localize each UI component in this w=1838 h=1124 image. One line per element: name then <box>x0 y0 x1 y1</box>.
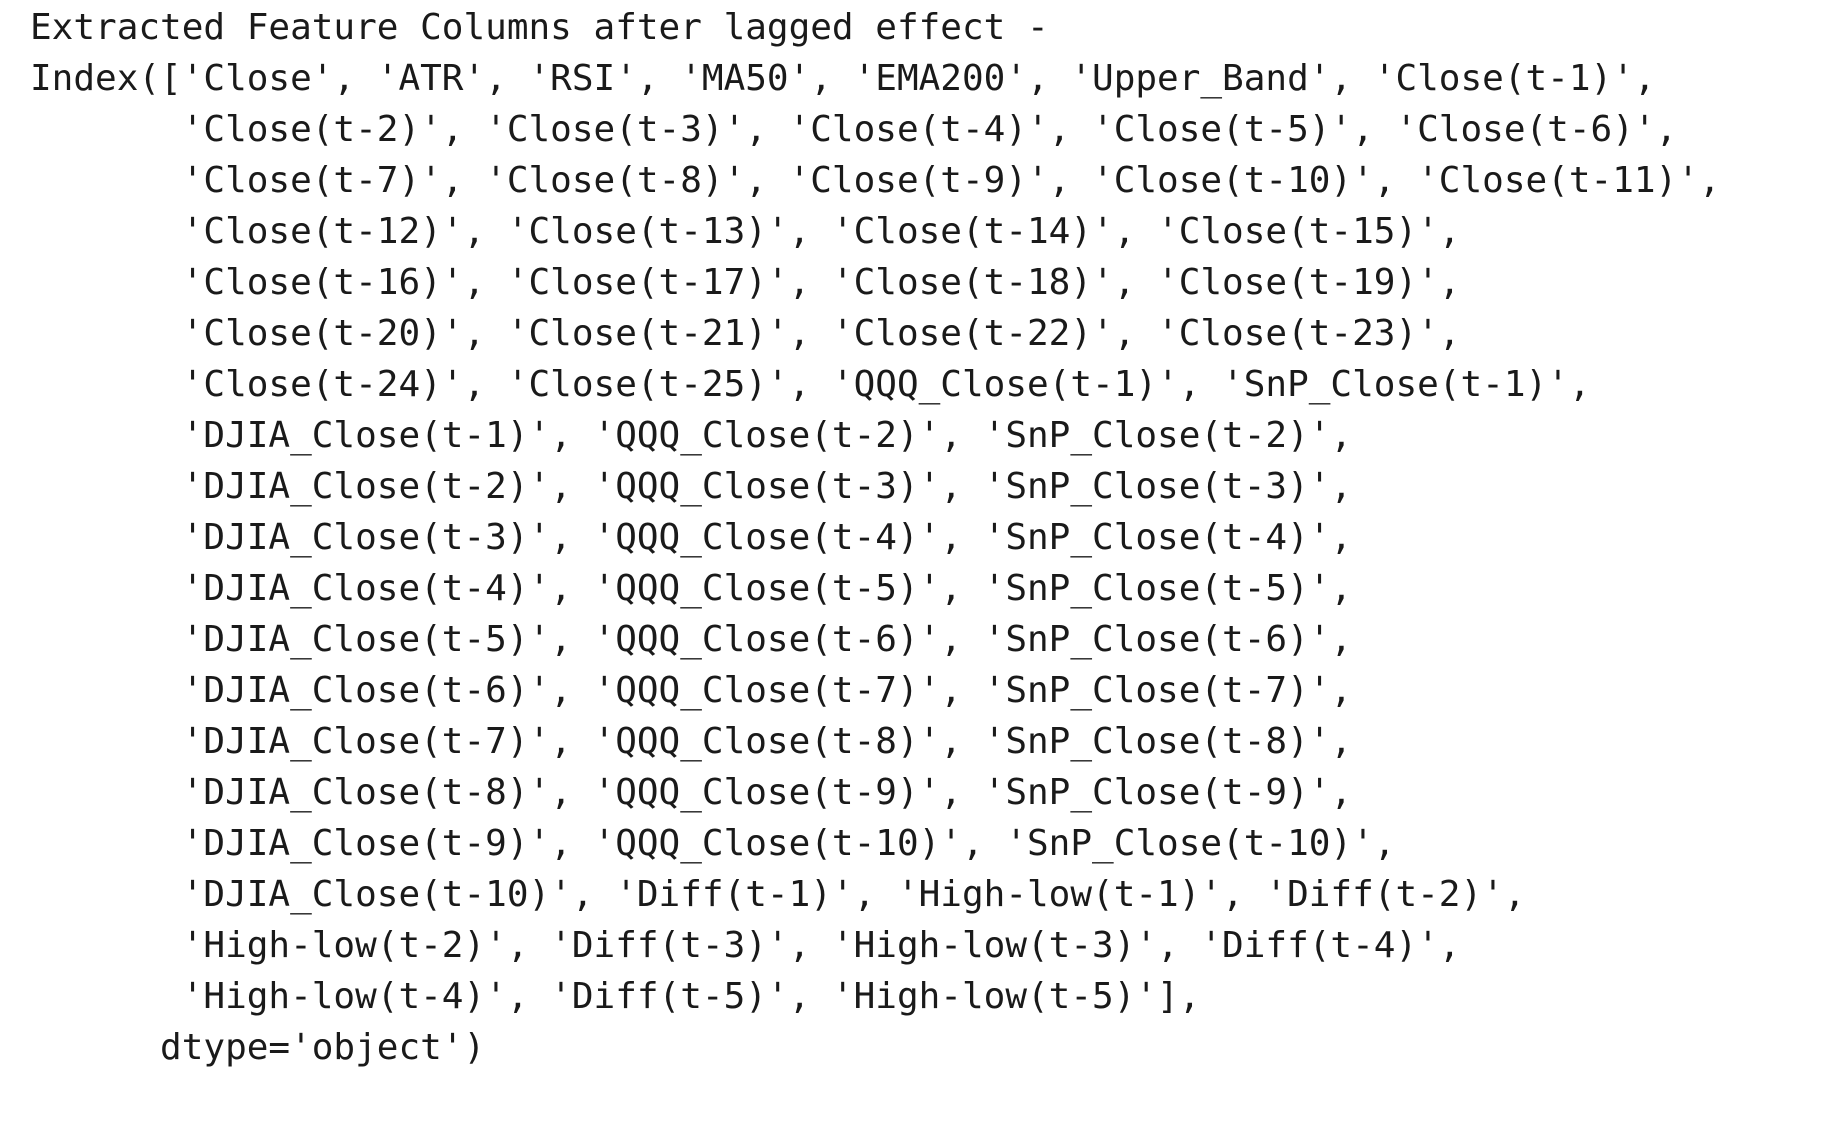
console-output: Extracted Feature Columns after lagged e… <box>30 2 1721 1124</box>
output-header-line: Extracted Feature Columns after lagged e… <box>30 7 1049 48</box>
output-line: 'DJIA_Close(t-3)', 'QQQ_Close(t-4)', 'Sn… <box>30 517 1353 558</box>
output-line: 'Close(t-12)', 'Close(t-13)', 'Close(t-1… <box>30 211 1461 252</box>
output-line: 'DJIA_Close(t-9)', 'QQQ_Close(t-10)', 'S… <box>30 823 1396 864</box>
output-line: 'Close(t-20)', 'Close(t-21)', 'Close(t-2… <box>30 313 1461 354</box>
output-line: 'Close(t-16)', 'Close(t-17)', 'Close(t-1… <box>30 262 1461 303</box>
output-line: 'Close(t-7)', 'Close(t-8)', 'Close(t-9)'… <box>30 160 1721 201</box>
output-line: 'DJIA_Close(t-8)', 'QQQ_Close(t-9)', 'Sn… <box>30 772 1353 813</box>
output-line: 'High-low(t-2)', 'Diff(t-3)', 'High-low(… <box>30 925 1461 966</box>
output-line: 'DJIA_Close(t-5)', 'QQQ_Close(t-6)', 'Sn… <box>30 619 1353 660</box>
output-dtype-line <box>30 1073 1721 1124</box>
output-line: 'DJIA_Close(t-1)', 'QQQ_Close(t-2)', 'Sn… <box>30 415 1353 456</box>
output-line: 'Close(t-24)', 'Close(t-25)', 'QQQ_Close… <box>30 364 1591 405</box>
output-line: 'DJIA_Close(t-4)', 'QQQ_Close(t-5)', 'Sn… <box>30 568 1353 609</box>
output-line: 'High-low(t-4)', 'Diff(t-5)', 'High-low(… <box>30 976 1201 1017</box>
output-line: dtype='object') <box>30 1027 486 1068</box>
output-line: Index(['Close', 'ATR', 'RSI', 'MA50', 'E… <box>30 58 1656 99</box>
output-line: 'DJIA_Close(t-6)', 'QQQ_Close(t-7)', 'Sn… <box>30 670 1353 711</box>
output-line: 'DJIA_Close(t-2)', 'QQQ_Close(t-3)', 'Sn… <box>30 466 1353 507</box>
output-line: 'DJIA_Close(t-10)', 'Diff(t-1)', 'High-l… <box>30 874 1526 915</box>
output-line: 'Close(t-2)', 'Close(t-3)', 'Close(t-4)'… <box>30 109 1678 150</box>
output-line: 'DJIA_Close(t-7)', 'QQQ_Close(t-8)', 'Sn… <box>30 721 1353 762</box>
